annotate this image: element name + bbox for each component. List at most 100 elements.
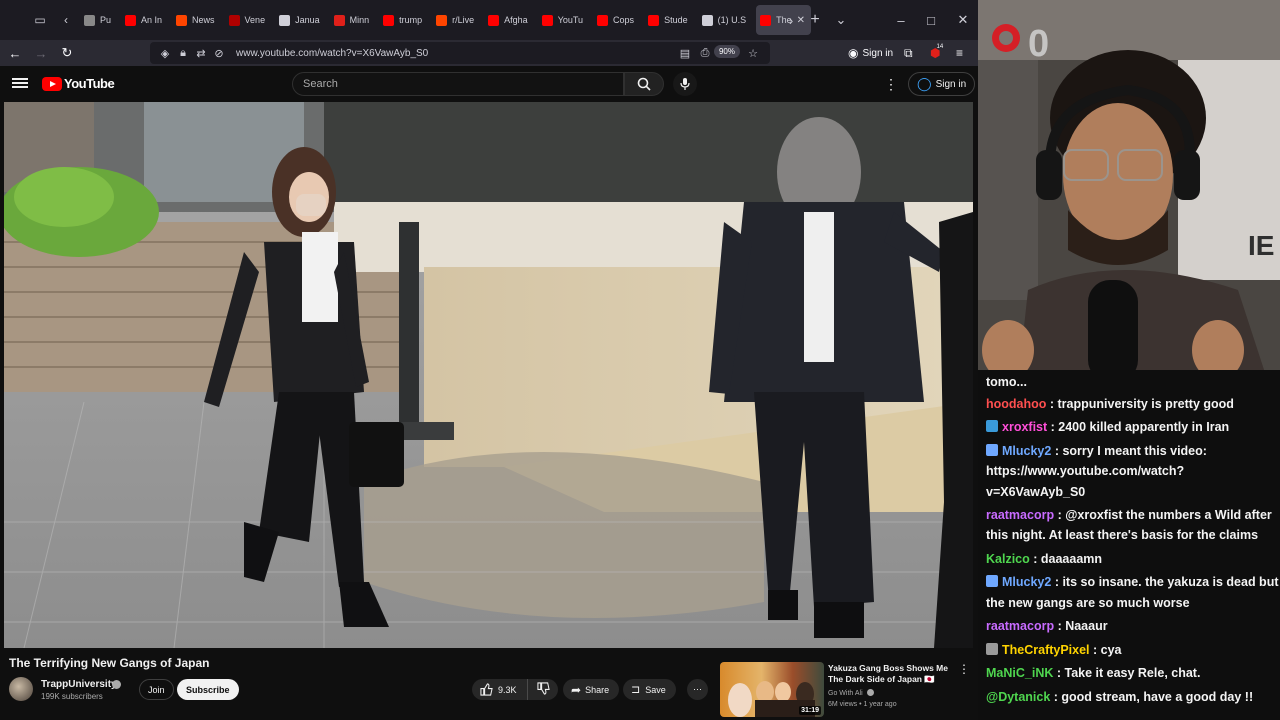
channel-name[interactable]: TrappUniversity — [41, 679, 117, 690]
voice-search-button[interactable] — [673, 72, 697, 96]
chat-username[interactable]: raatmacorp — [986, 619, 1054, 633]
chat-text: this night. At least there's basis for t… — [986, 528, 1259, 542]
browser-tab[interactable]: Minn — [330, 5, 376, 35]
tab-favicon-icon — [648, 14, 660, 26]
channel-avatar[interactable] — [9, 677, 33, 701]
tab-label: r/Live — [452, 15, 475, 25]
search-input[interactable]: Search — [292, 72, 624, 96]
chat-username[interactable]: MaNiC_iNK — [986, 666, 1053, 680]
chat-username[interactable]: raatmacorp — [986, 508, 1054, 522]
tab-label: Afgha — [504, 15, 528, 25]
settings-more-icon[interactable]: ⋮ — [884, 74, 898, 94]
guide-menu-icon[interactable] — [12, 76, 28, 92]
reader-view-icon[interactable]: ▤ — [676, 47, 694, 60]
chat-username[interactable]: Kalzico — [986, 552, 1030, 566]
url-text[interactable]: www.youtube.com/watch?v=X6VawAyb_S0 — [236, 48, 428, 59]
chat-username[interactable]: TheCraftyPixel — [1002, 643, 1090, 657]
like-dislike-group: 9.3K — [472, 679, 558, 700]
share-label: Share — [585, 684, 610, 695]
chat-username[interactable]: tomo... — [986, 375, 1027, 389]
recommended-meta: 6M views • 1 year ago — [828, 701, 897, 708]
thumbs-down-icon — [536, 682, 550, 695]
navigation-bar: ← → ↻ ◈ 🔒︎ ⇄ ⊘ www.youtube.com/watch?v=X… — [0, 40, 978, 66]
browser-tab[interactable]: trump — [379, 5, 428, 35]
chat-message: raatmacorp : @xroxfist the numbers a Wil… — [986, 505, 1280, 525]
recommended-channel[interactable]: Go With Ali — [828, 689, 874, 697]
webcam-frame: 0 IE — [978, 0, 1280, 382]
extension-button[interactable]: ⬢ 14 — [930, 40, 947, 66]
lock-icon[interactable]: 🔒︎ — [174, 47, 192, 60]
chat-username[interactable]: @Dytanick — [986, 690, 1050, 704]
youtube-sign-in-button[interactable]: ◯ Sign in — [908, 72, 976, 96]
tab-favicon-icon — [541, 14, 553, 26]
chat-text: : sorry I meant this video: — [1051, 444, 1207, 458]
video-player[interactable] — [4, 102, 973, 648]
app-menu-icon[interactable]: ≡ — [956, 40, 963, 66]
account-button[interactable]: ◉ Sign in — [848, 40, 893, 66]
browser-tab[interactable]: Cops — [593, 5, 640, 35]
maximize-button[interactable]: □ — [916, 0, 946, 40]
chat-message: v=X6VawAyb_S0 — [986, 482, 1280, 502]
bookmark-star-icon[interactable]: ☆ — [744, 47, 762, 60]
tab-favicon-icon — [436, 14, 448, 26]
browser-tab[interactable]: News — [172, 5, 221, 35]
chat-username[interactable]: Mlucky2 — [1002, 444, 1051, 458]
browser-tab[interactable]: An In — [121, 5, 168, 35]
browser-tab[interactable]: YouTu — [538, 5, 589, 35]
streamer-webcam: 0 IE — [978, 0, 1280, 382]
browser-tab[interactable]: (1) U.S — [698, 5, 753, 35]
join-button[interactable]: Join — [139, 679, 174, 700]
pocket-icon[interactable]: ⎙ — [696, 47, 714, 60]
back-button[interactable]: ← — [2, 40, 28, 66]
zoom-level[interactable]: 90% — [713, 45, 740, 58]
chat-message: MaNiC_iNK : Take it easy Rele, chat. — [986, 663, 1280, 683]
chat-username[interactable]: Mlucky2 — [1002, 575, 1051, 589]
youtube-play-icon — [42, 76, 62, 91]
tab-favicon-icon — [488, 14, 500, 26]
share-button[interactable]: ➦ Share — [563, 679, 620, 700]
browser-tab[interactable]: Pu — [80, 5, 117, 35]
save-button[interactable]: ⊐ Save — [623, 679, 676, 700]
dislike-button[interactable] — [528, 682, 558, 697]
reload-button[interactable]: ↻ — [54, 40, 80, 66]
browser-tab[interactable]: Afgha — [484, 5, 534, 35]
like-count: 9.3K — [498, 684, 517, 695]
like-button[interactable]: 9.3K — [472, 679, 528, 700]
chat-message: TheCraftyPixel : cya — [986, 640, 1280, 660]
tab-overview-icon[interactable]: ▭ — [30, 10, 50, 30]
tracking-off-icon[interactable]: ⊘ — [210, 47, 228, 60]
permissions-icon[interactable]: ⇄ — [192, 47, 210, 60]
browser-tab[interactable]: Janua — [275, 5, 326, 35]
chat-badge-icon — [986, 444, 998, 456]
recommended-title[interactable]: Yakuza Gang Boss Shows Me The Dark Side … — [828, 663, 948, 685]
shield-icon[interactable]: ◈ — [156, 47, 174, 60]
youtube-header: YouTube Search ⋮ ◯ Sign in — [0, 66, 978, 102]
list-tabs-icon[interactable]: ⌄ — [826, 0, 856, 40]
subscribe-button[interactable]: Subscribe — [177, 679, 239, 700]
recommended-thumbnail[interactable]: 31:19 — [720, 662, 824, 717]
chat-username[interactable]: hoodahoo — [986, 397, 1046, 411]
close-window-button[interactable]: ✕ — [948, 0, 978, 40]
minimize-button[interactable]: – — [886, 0, 916, 40]
chat-username[interactable]: xroxfist — [1002, 420, 1047, 434]
chat-badge-icon — [986, 643, 998, 655]
extensions-icon[interactable]: ⧉ — [904, 40, 913, 66]
address-bar[interactable]: ◈ 🔒︎ ⇄ ⊘ www.youtube.com/watch?v=X6VawAy… — [150, 42, 770, 64]
chat-message: Mlucky2 : its so insane. the yakuza is d… — [986, 572, 1280, 592]
forward-button[interactable]: → — [28, 40, 54, 66]
tab-favicon-icon — [176, 14, 188, 26]
verified-check-icon — [112, 680, 121, 689]
tab-label: Stude — [664, 15, 688, 25]
stream-chat: tomo... hoodahoo : trappuniversity is pre… — [978, 370, 1280, 720]
recommended-more-icon[interactable]: ⋮ — [958, 662, 970, 676]
video-title: The Terrifying New Gangs of Japan — [9, 656, 210, 670]
search-button[interactable] — [624, 72, 664, 96]
more-actions-button[interactable]: ⋯ — [687, 679, 708, 700]
microphone-icon — [680, 78, 690, 90]
tab-label: Janua — [295, 15, 320, 25]
browser-tab[interactable]: Vene — [225, 5, 272, 35]
browser-tab[interactable]: r/Live — [432, 5, 480, 35]
scroll-tabs-left-icon[interactable]: ‹ — [56, 10, 76, 30]
browser-tab[interactable]: Stude — [644, 5, 694, 35]
youtube-logo[interactable]: YouTube — [42, 76, 115, 91]
